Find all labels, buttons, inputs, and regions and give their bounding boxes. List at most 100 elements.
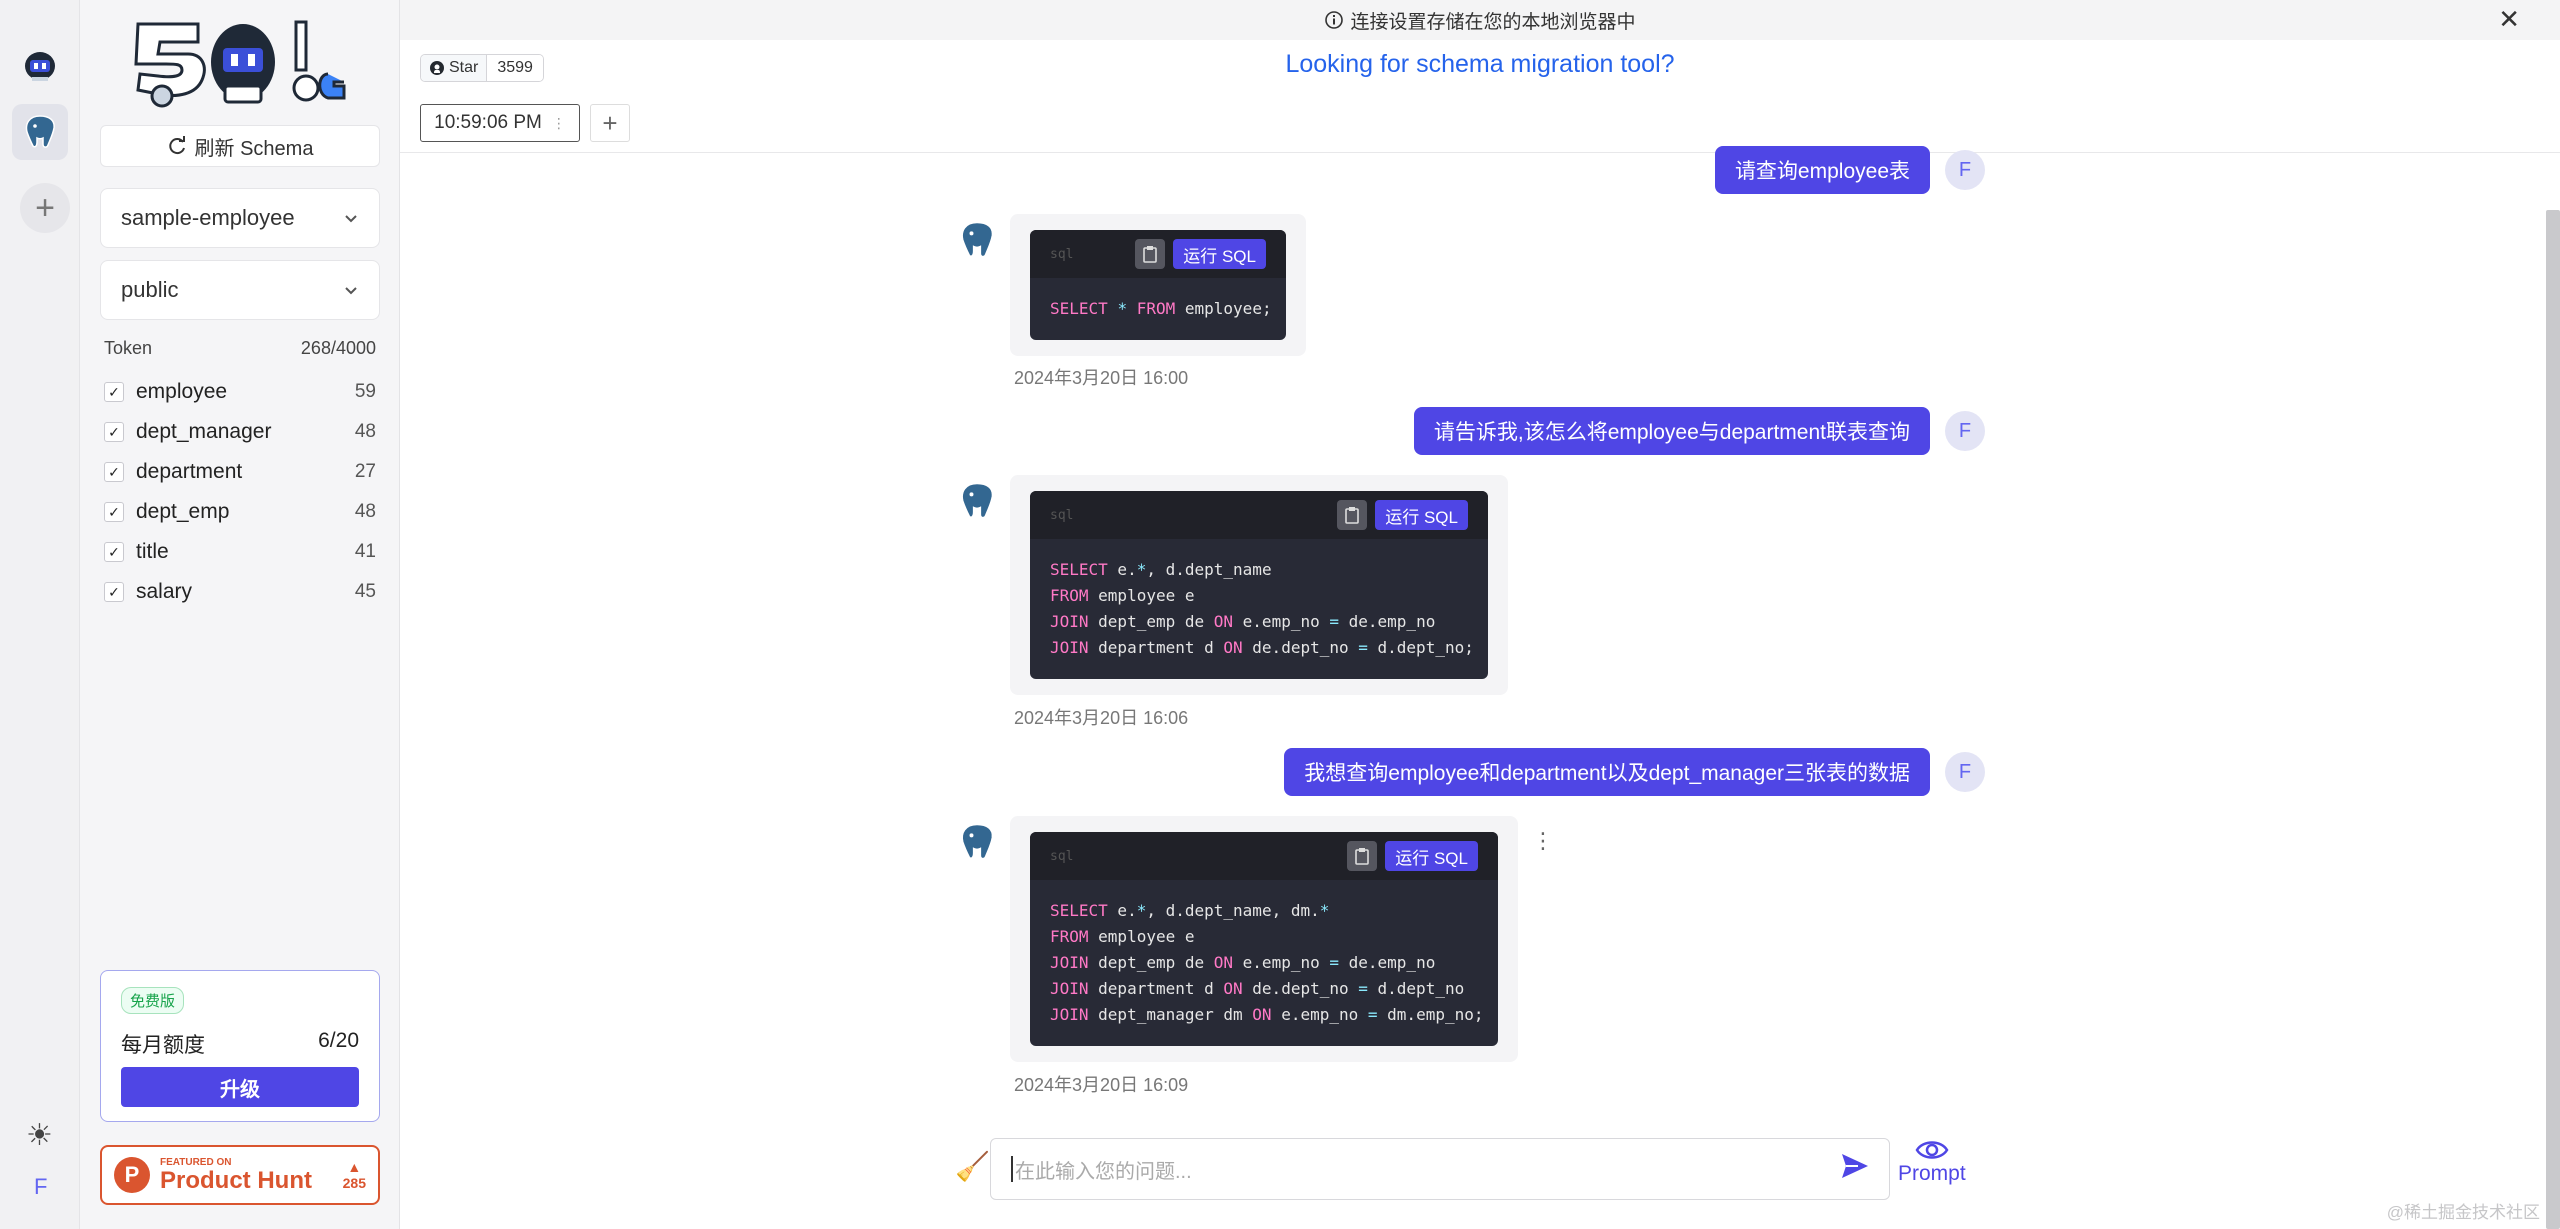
- table-name: title: [136, 540, 169, 563]
- message-timestamp: 2024年3月20日 16:00: [1014, 368, 1189, 388]
- banner-text: 连接设置存储在您的本地浏览器中: [1350, 11, 1636, 33]
- ph-featured-label: FEATURED ON: [160, 1156, 232, 1168]
- sql-code: SELECT * FROM employee;: [1050, 299, 1272, 318]
- bot-message: sql 运行 SQL SELECT * FROM employee;: [1010, 214, 1306, 356]
- sqlchat-logo: [118, 14, 358, 114]
- app-rail: + ☀ F: [0, 0, 80, 1229]
- run-sql-button[interactable]: 运行 SQL: [1385, 841, 1478, 871]
- postgres-bot-icon: [961, 221, 994, 258]
- table-checkbox[interactable]: ✓: [104, 582, 124, 602]
- chat-main: 连接设置存储在您的本地浏览器中 ✕ Star 3599 Looking for …: [400, 0, 2560, 1229]
- run-sql-button[interactable]: 运行 SQL: [1173, 239, 1266, 269]
- product-hunt-icon: P: [114, 1157, 150, 1193]
- run-sql-button[interactable]: 运行 SQL: [1375, 500, 1468, 530]
- table-item-dept-manager[interactable]: ✓ dept_manager 48: [104, 412, 376, 452]
- header-divider: [400, 152, 2560, 153]
- database-select[interactable]: sample-employee: [100, 188, 380, 248]
- user-avatar: F: [1945, 150, 1985, 190]
- clear-chat-broom-icon[interactable]: 🧹: [955, 1150, 990, 1183]
- theme-sun-icon[interactable]: ☀: [26, 1118, 53, 1153]
- close-icon[interactable]: ✕: [2498, 4, 2520, 35]
- table-item-dept-emp[interactable]: ✓ dept_emp 48: [104, 492, 376, 532]
- postgres-connection-icon[interactable]: [12, 104, 68, 160]
- refresh-schema-button[interactable]: 刷新 Schema: [100, 125, 380, 167]
- user-avatar: F: [1945, 752, 1985, 792]
- chat-tab[interactable]: 10:59:06 PM ⋮: [420, 104, 580, 142]
- sql-code: SELECT e.*, d.dept_name FROM employee e …: [1050, 560, 1474, 657]
- copy-icon[interactable]: [1347, 841, 1378, 871]
- refresh-schema-label: 刷新 Schema: [194, 137, 314, 160]
- database-select-value: sample-employee: [121, 205, 295, 230]
- table-token-count: 45: [354, 581, 376, 602]
- table-name: salary: [136, 580, 193, 603]
- quota-label: 每月额度: [121, 1034, 205, 1057]
- table-item-department[interactable]: ✓ department 27: [104, 452, 376, 492]
- user-message: 请查询employee表: [1714, 146, 1930, 194]
- copy-icon[interactable]: [1337, 500, 1368, 530]
- copy-icon[interactable]: [1135, 239, 1166, 269]
- table-checkbox[interactable]: ✓: [104, 542, 124, 562]
- sql-code-block: sql 运行 SQL SELECT e.*, d.dept_name FROM …: [1030, 491, 1488, 679]
- table-checkbox[interactable]: ✓: [104, 382, 124, 402]
- user-avatar-rail[interactable]: F: [34, 1174, 47, 1200]
- user-message-text: 请告诉我,该怎么将employee与department联表查询: [1433, 421, 1910, 444]
- token-usage: Token 268/4000: [104, 338, 376, 359]
- prompt-label: Prompt: [1898, 1162, 1966, 1185]
- sql-code-block: sql 运行 SQL SELECT e.*, d.dept_name, dm.*…: [1030, 832, 1498, 1046]
- message-timestamp: 2024年3月20日 16:06: [1014, 708, 1189, 728]
- table-name: dept_manager: [136, 420, 272, 443]
- product-hunt-badge[interactable]: P FEATURED ON Product Hunt ▲ 285: [100, 1145, 380, 1205]
- table-token-count: 41: [354, 541, 376, 562]
- sqlchat-bot-icon[interactable]: [12, 36, 68, 92]
- postgres-bot-icon: [961, 482, 994, 519]
- schema-sidebar: 刷新 Schema sample-employee public Token 2…: [80, 0, 400, 1229]
- chat-scrollbar[interactable]: [2546, 210, 2560, 1229]
- schema-migration-link[interactable]: Looking for schema migration tool?: [400, 50, 2560, 79]
- user-message: 我想查询employee和department以及dept_manager三张表…: [1284, 748, 1930, 796]
- token-label: Token: [104, 338, 153, 358]
- user-avatar: F: [1945, 411, 1985, 451]
- sql-code-block: sql 运行 SQL SELECT * FROM employee;: [1030, 230, 1286, 340]
- code-lang-label: sql: [1050, 848, 1074, 864]
- table-name: dept_emp: [136, 500, 230, 523]
- eye-icon: [1915, 1141, 1949, 1159]
- info-icon: [1325, 11, 1344, 29]
- postgres-bot-icon: [961, 823, 994, 860]
- table-item-title[interactable]: ✓ title 41: [104, 532, 376, 572]
- add-connection-button[interactable]: +: [20, 183, 70, 233]
- prompt-button[interactable]: Prompt: [1898, 1138, 1966, 1186]
- table-list: ✓ employee 59 ✓ dept_manager 48 ✓ departmen…: [104, 372, 376, 612]
- upgrade-button[interactable]: 升级: [121, 1067, 359, 1107]
- user-message-text: 我想查询employee和department以及dept_manager三张表…: [1304, 762, 1910, 785]
- ph-votes-count: 285: [342, 1175, 366, 1191]
- table-checkbox[interactable]: ✓: [104, 502, 124, 522]
- chevron-down-icon: [345, 287, 357, 295]
- watermark: @稀土掘金技术社区: [2386, 1203, 2540, 1222]
- table-token-count: 48: [354, 501, 376, 522]
- bot-message: sql 运行 SQL SELECT e.*, d.dept_name FROM …: [1010, 475, 1508, 695]
- quota-value: 6/20: [318, 1029, 359, 1052]
- plan-card: 免费版 每月额度 6/20 升级: [100, 970, 380, 1122]
- question-input-placeholder: 在此输入您的问题...: [1015, 1160, 1192, 1183]
- table-token-count: 48: [354, 421, 376, 442]
- table-token-count: 27: [354, 461, 376, 482]
- chat-tab-label: 10:59:06 PM: [434, 112, 542, 133]
- table-checkbox[interactable]: ✓: [104, 462, 124, 482]
- message-menu-icon[interactable]: ⋮: [1532, 828, 1554, 854]
- tab-menu-icon[interactable]: ⋮: [552, 115, 566, 132]
- schema-select[interactable]: public: [100, 260, 380, 320]
- user-message-text: 请查询employee表: [1734, 160, 1910, 183]
- add-tab-button[interactable]: +: [590, 104, 630, 142]
- code-lang-label: sql: [1050, 246, 1074, 262]
- input-caret: [1011, 1156, 1013, 1182]
- send-icon[interactable]: [1840, 1152, 1870, 1180]
- table-item-employee[interactable]: ✓ employee 59: [104, 372, 376, 412]
- question-input[interactable]: 在此输入您的问题...: [990, 1138, 1890, 1200]
- storage-banner: 连接设置存储在您的本地浏览器中 ✕: [400, 0, 2560, 40]
- table-name: employee: [136, 380, 228, 403]
- table-checkbox[interactable]: ✓: [104, 422, 124, 442]
- plan-badge: 免费版: [121, 987, 185, 1014]
- table-item-salary[interactable]: ✓ salary 45: [104, 572, 376, 612]
- refresh-icon: [168, 136, 185, 155]
- message-timestamp: 2024年3月20日 16:09: [1014, 1075, 1189, 1095]
